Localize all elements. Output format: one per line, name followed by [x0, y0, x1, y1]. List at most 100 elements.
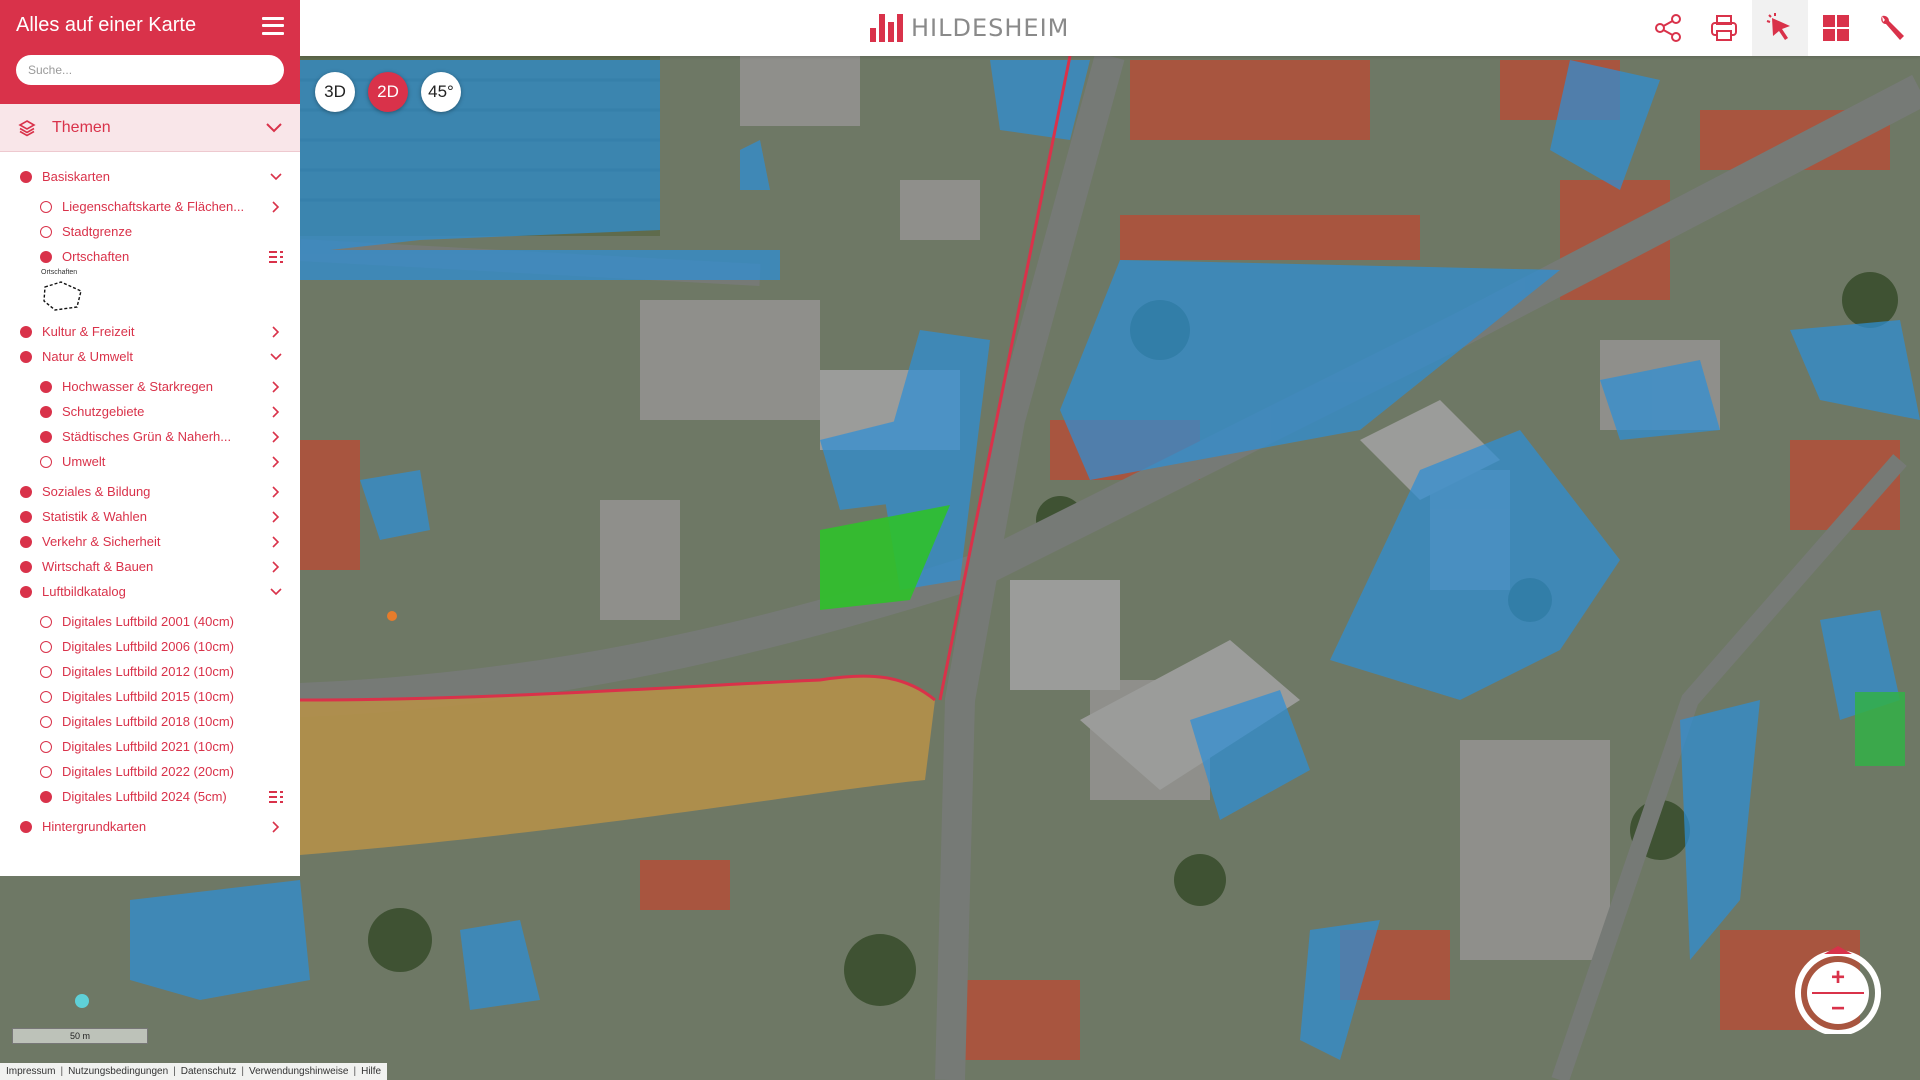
datenschutz-link[interactable]: Datenschutz — [181, 1066, 237, 1077]
layer-group-hintergrund[interactable]: Hintergrundkarten — [0, 814, 300, 839]
layer-item-lb2021[interactable]: Digitales Luftbild 2021 (10cm) — [0, 734, 300, 759]
chevron-down-icon — [270, 587, 282, 595]
share-button[interactable] — [1640, 0, 1696, 56]
layer-label: Kultur & Freizeit — [42, 324, 135, 339]
legend-caption: Ortschaften — [41, 269, 78, 276]
layer-label: Ortschaften — [62, 249, 130, 264]
hamburger-menu-icon[interactable] — [262, 16, 284, 35]
layer-toggle-dot[interactable] — [20, 560, 32, 573]
layer-toggle-dot[interactable] — [40, 200, 52, 213]
info-click-button[interactable] — [1752, 0, 1808, 56]
layer-label: Hintergrundkarten — [42, 819, 147, 834]
layer-group-luftbild[interactable]: Luftbildkatalog — [0, 579, 300, 604]
search-input[interactable] — [16, 55, 284, 85]
layer-item-gruen[interactable]: Städtisches Grün & Naherh... — [0, 424, 300, 449]
nutzungsbedingungen-link[interactable]: Nutzungsbedingungen — [68, 1066, 168, 1077]
view-3d-button[interactable]: 3D — [315, 72, 355, 112]
themen-header[interactable]: Themen — [0, 104, 300, 152]
layer-label: Luftbildkatalog — [42, 584, 126, 599]
layer-toggle-dot[interactable] — [20, 485, 32, 498]
layer-label: Digitales Luftbild 2006 (10cm) — [62, 639, 234, 654]
chevron-down-icon — [270, 172, 282, 180]
layer-group-wirtschaft[interactable]: Wirtschaft & Bauen — [0, 554, 300, 579]
wrench-icon — [1881, 15, 1904, 40]
layer-toggle-dot[interactable] — [40, 430, 52, 443]
logo-mark-icon — [870, 14, 903, 42]
layer-toggle-dot[interactable] — [40, 690, 52, 703]
chevron-right-icon — [272, 380, 280, 393]
layer-toggle-dot[interactable] — [40, 740, 52, 753]
layer-label: Digitales Luftbild 2021 (10cm) — [62, 739, 234, 754]
layer-group-statistik[interactable]: Statistik & Wahlen — [0, 504, 300, 529]
layer-toggle-dot[interactable] — [40, 640, 52, 653]
layer-item-lb2001[interactable]: Digitales Luftbild 2001 (40cm) — [0, 609, 300, 634]
zoom-in-button[interactable]: + — [1824, 966, 1852, 990]
chevron-right-icon — [272, 405, 280, 418]
layer-item-lb2022[interactable]: Digitales Luftbild 2022 (20cm) — [0, 759, 300, 784]
app-title: Alles auf einer Karte — [16, 14, 197, 36]
print-button[interactable] — [1696, 0, 1752, 56]
panel-header: Alles auf einer Karte — [0, 0, 300, 104]
layer-toggle-dot[interactable] — [20, 170, 32, 183]
chevron-right-icon — [272, 455, 280, 468]
hildesheim-logo[interactable]: HILDESHEIM — [870, 12, 1069, 44]
tilt-45-button[interactable]: 45° — [421, 72, 461, 112]
layer-item-schutzgebiete[interactable]: Schutzgebiete — [0, 399, 300, 424]
layer-toggle-dot[interactable] — [40, 250, 52, 263]
layer-label: Schutzgebiete — [62, 404, 145, 419]
layer-group-basiskarten[interactable]: Basiskarten — [0, 164, 300, 189]
layer-group-verkehr[interactable]: Verkehr & Sicherheit — [0, 529, 300, 554]
layer-item-lb2018[interactable]: Digitales Luftbild 2018 (10cm) — [0, 709, 300, 734]
chevron-right-icon — [272, 820, 280, 833]
layer-label: Umwelt — [62, 454, 106, 469]
layer-group-kultur[interactable]: Kultur & Freizeit — [0, 319, 300, 344]
layer-toggle-dot[interactable] — [40, 765, 52, 778]
side-panel: Alles auf einer Karte Themen Basiskarten… — [0, 0, 300, 876]
legend-list-icon[interactable] — [269, 790, 283, 803]
layer-toggle-dot[interactable] — [20, 535, 32, 548]
zoom-out-button[interactable]: − — [1824, 997, 1852, 1021]
chevron-right-icon — [272, 325, 280, 338]
layer-toggle-dot[interactable] — [40, 380, 52, 393]
hilfe-link[interactable]: Hilfe — [361, 1066, 381, 1077]
layer-toggle-dot[interactable] — [40, 405, 52, 418]
layer-item-lb2006[interactable]: Digitales Luftbild 2006 (10cm) — [0, 634, 300, 659]
view-2d-button[interactable]: 2D — [368, 72, 408, 112]
layer-item-liegenschaft[interactable]: Liegenschaftskarte & Flächen... — [0, 194, 300, 219]
legend-list-icon[interactable] — [269, 250, 283, 263]
layer-toggle-dot[interactable] — [20, 820, 32, 833]
apps-button[interactable] — [1808, 0, 1864, 56]
layer-toggle-dot[interactable] — [40, 665, 52, 678]
verwendungshinweise-link[interactable]: Verwendungshinweise — [249, 1066, 349, 1077]
scale-bar: 50 m — [12, 1028, 148, 1044]
layer-item-ortschaften[interactable]: Ortschaften — [0, 244, 300, 269]
layer-item-lb2012[interactable]: Digitales Luftbild 2012 (10cm) — [0, 659, 300, 684]
layer-item-hochwasser[interactable]: Hochwasser & Starkregen — [0, 374, 300, 399]
layer-item-lb2015[interactable]: Digitales Luftbild 2015 (10cm) — [0, 684, 300, 709]
layer-toggle-dot[interactable] — [40, 225, 52, 238]
footer-links: Impressum | Nutzungsbedingungen | Datens… — [0, 1063, 388, 1080]
layer-label: Digitales Luftbild 2015 (10cm) — [62, 689, 234, 704]
layer-toggle-dot[interactable] — [40, 715, 52, 728]
layer-group-natur[interactable]: Natur & Umwelt — [0, 344, 300, 369]
layer-tree: Basiskarten Liegenschaftskarte & Flächen… — [0, 152, 300, 876]
chevron-down-icon — [270, 352, 282, 360]
layer-label: Hochwasser & Starkregen — [62, 379, 214, 394]
apps-icon — [1823, 15, 1849, 41]
layer-item-stadtgrenze[interactable]: Stadtgrenze — [0, 219, 300, 244]
share-icon — [1655, 14, 1681, 42]
layer-toggle-dot[interactable] — [40, 455, 52, 468]
tools-button[interactable] — [1864, 0, 1920, 56]
impressum-link[interactable]: Impressum — [6, 1066, 55, 1077]
layer-item-umwelt[interactable]: Umwelt — [0, 449, 300, 474]
layer-toggle-dot[interactable] — [20, 325, 32, 338]
layer-toggle-dot[interactable] — [20, 510, 32, 523]
layer-group-soziales[interactable]: Soziales & Bildung — [0, 479, 300, 504]
layer-label: Soziales & Bildung — [42, 484, 151, 499]
layer-toggle-dot[interactable] — [20, 585, 32, 598]
layer-toggle-dot[interactable] — [40, 790, 52, 803]
layer-item-lb2024[interactable]: Digitales Luftbild 2024 (5cm) — [0, 784, 300, 809]
layer-toggle-dot[interactable] — [40, 615, 52, 628]
chevron-right-icon — [272, 430, 280, 443]
layer-toggle-dot[interactable] — [20, 350, 32, 363]
